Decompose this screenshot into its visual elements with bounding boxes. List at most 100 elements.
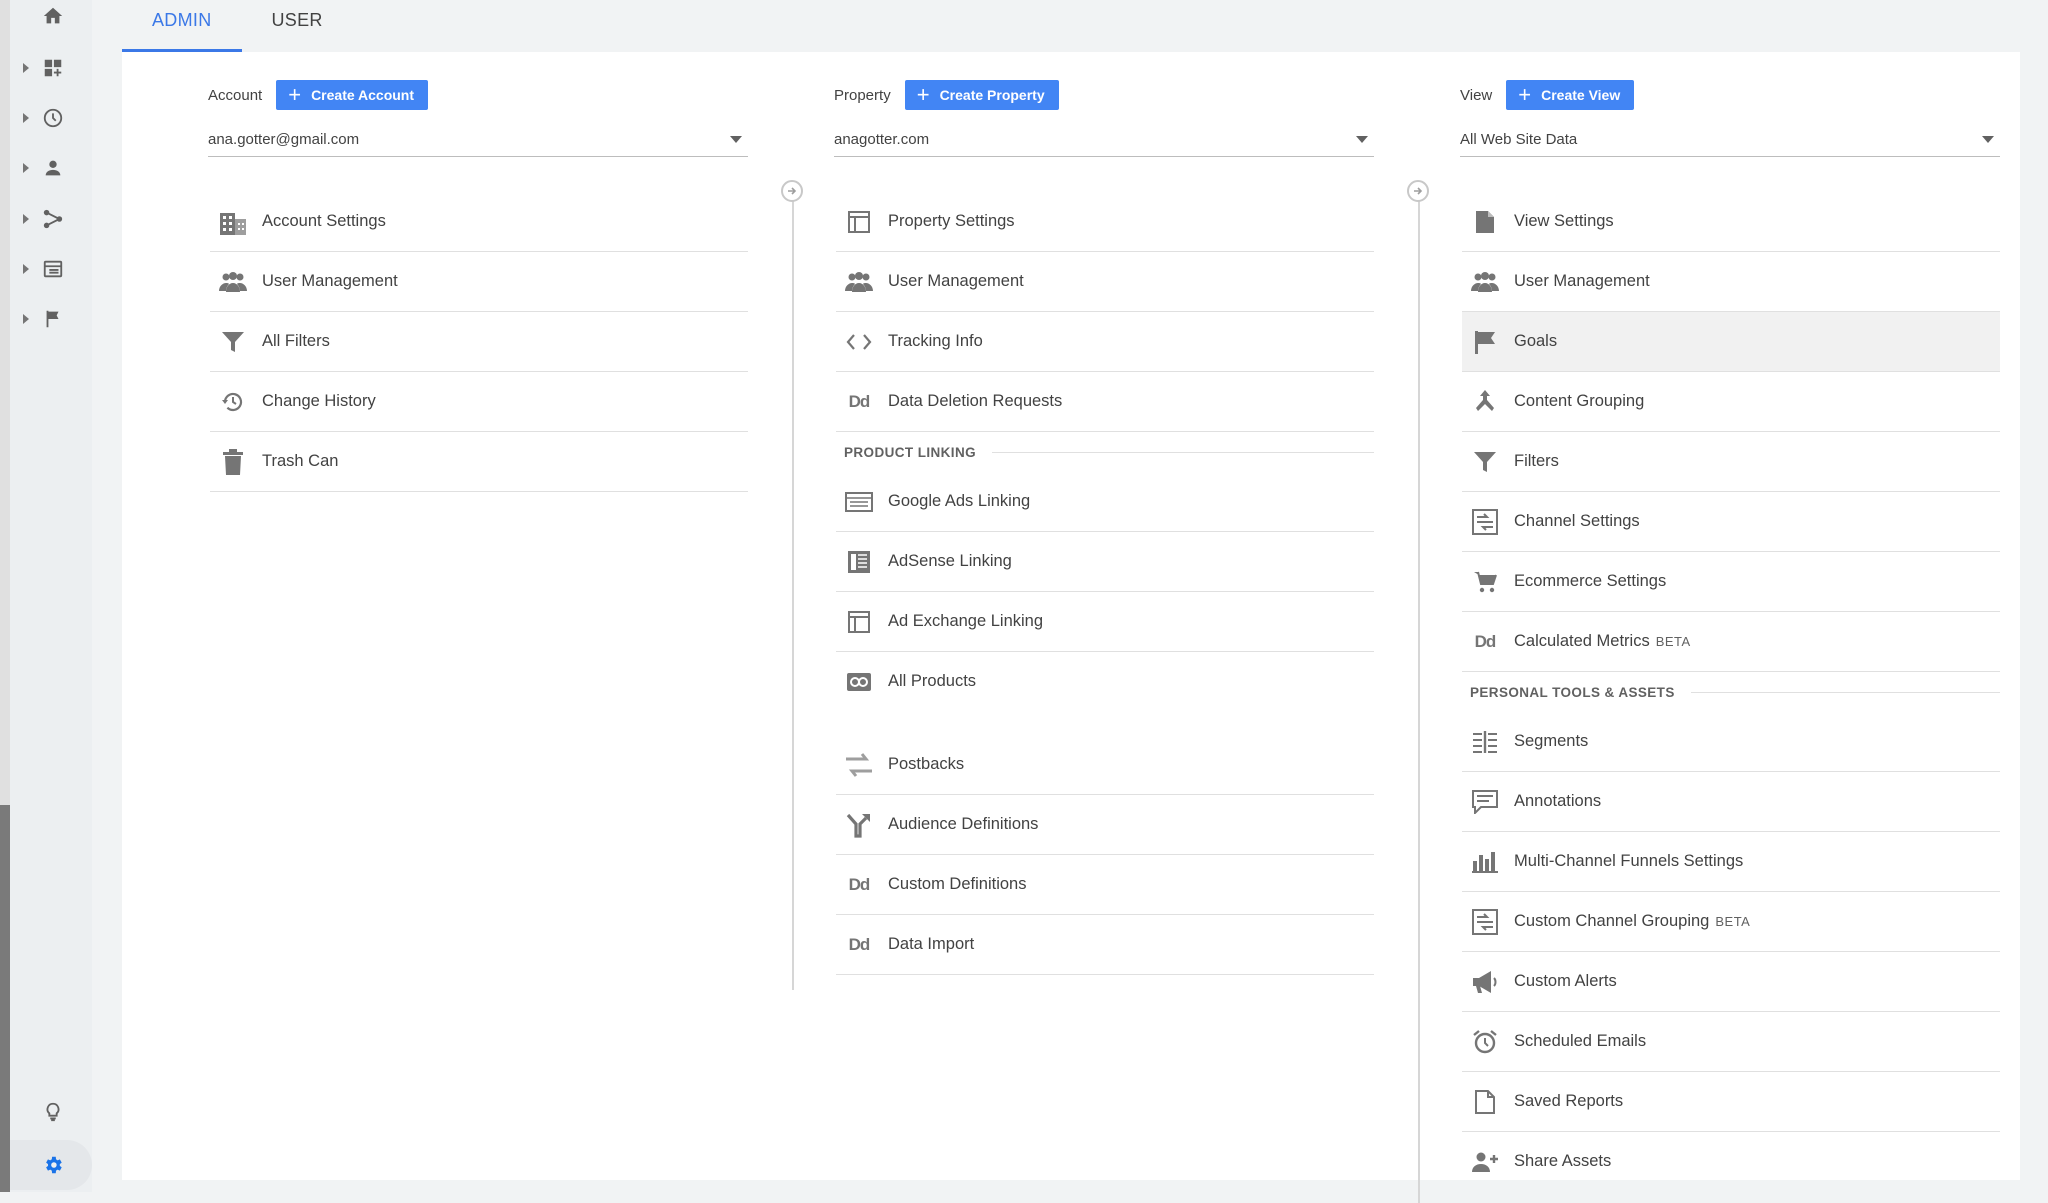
view-selected: All Web Site Data <box>1460 130 1578 148</box>
alarm-icon <box>1470 1027 1500 1057</box>
nav-discover[interactable] <box>10 1092 92 1132</box>
content-grouping-item[interactable]: Content Grouping <box>1462 372 2000 432</box>
barchart-icon <box>1470 847 1500 877</box>
scheduled-emails-item[interactable]: Scheduled Emails <box>1462 1012 2000 1072</box>
item-label: Data Import <box>888 935 975 953</box>
trash-can-item[interactable]: Trash Can <box>210 432 748 492</box>
nav-admin[interactable] <box>10 1145 92 1185</box>
dd-icon: Dd <box>848 934 871 954</box>
tracking-info-item[interactable]: Tracking Info <box>836 312 1374 372</box>
column-divider <box>1418 182 1420 1203</box>
item-label: Saved Reports <box>1514 1092 1624 1110</box>
channel-icon <box>1470 507 1500 537</box>
property-header: Property + Create Property <box>834 80 1059 110</box>
view-user-management-item[interactable]: User Management <box>1462 252 2000 312</box>
add-person-icon <box>1470 1147 1500 1177</box>
swap-icon <box>844 750 874 780</box>
all-filters-item[interactable]: All Filters <box>210 312 748 372</box>
data-import-item[interactable]: Dd Data Import <box>836 915 1374 975</box>
account-user-management-item[interactable]: User Management <box>210 252 748 312</box>
trash-icon <box>218 447 248 477</box>
annotations-item[interactable]: Annotations <box>1462 772 2000 832</box>
gear-icon <box>40 1152 66 1178</box>
channel-settings-item[interactable]: Channel Settings <box>1462 492 2000 552</box>
nav-audience[interactable] <box>10 148 92 188</box>
create-property-button[interactable]: + Create Property <box>904 80 1059 110</box>
view-list: View Settings User Management Goals Cont… <box>1462 192 2000 1191</box>
data-deletion-requests-item[interactable]: Dd Data Deletion Requests <box>836 372 1374 432</box>
filters-item[interactable]: Filters <box>1462 432 2000 492</box>
view-settings-item[interactable]: View Settings <box>1462 192 2000 252</box>
nav-realtime[interactable] <box>10 98 92 138</box>
ads-icon <box>844 487 874 517</box>
side-nav <box>10 0 92 1192</box>
people-icon <box>1470 267 1500 297</box>
item-label: User Management <box>1514 272 1650 290</box>
item-label: Property Settings <box>888 212 1015 230</box>
nav-behavior[interactable] <box>10 249 92 289</box>
item-label: Segments <box>1514 732 1589 750</box>
property-settings-item[interactable]: Property Settings <box>836 192 1374 252</box>
google-ads-linking-item[interactable]: Google Ads Linking <box>836 472 1374 532</box>
create-view-button[interactable]: + Create View <box>1506 80 1635 110</box>
chevron-right-icon <box>23 214 29 224</box>
person-icon <box>40 155 66 181</box>
dashboard-icon <box>40 55 66 81</box>
account-settings-item[interactable]: Account Settings <box>210 192 748 252</box>
chevron-right-icon <box>23 113 29 123</box>
create-account-button[interactable]: + Create Account <box>276 80 429 110</box>
beta-badge: BETA <box>1655 634 1691 649</box>
custom-definitions-item[interactable]: Dd Custom Definitions <box>836 855 1374 915</box>
item-label: Channel Settings <box>1514 512 1640 530</box>
nav-home[interactable] <box>10 0 92 36</box>
custom-alerts-item[interactable]: Custom Alerts <box>1462 952 2000 1012</box>
account-selector[interactable]: ana.gotter@gmail.com <box>208 122 748 157</box>
saved-reports-item[interactable]: Saved Reports <box>1462 1072 2000 1132</box>
top-tabs: ADMIN USER <box>122 0 353 52</box>
dd-icon: Dd <box>848 874 871 894</box>
create-property-label: Create Property <box>939 87 1045 103</box>
item-label: Google Ads Linking <box>888 492 1031 510</box>
share-assets-item[interactable]: Share Assets <box>1462 1132 2000 1191</box>
multi-channel-funnels-settings-item[interactable]: Multi-Channel Funnels Settings <box>1462 832 2000 892</box>
flag-icon <box>40 306 66 332</box>
all-products-item[interactable]: All Products <box>836 652 1374 711</box>
audience-definitions-item[interactable]: Audience Definitions <box>836 795 1374 855</box>
behavior-icon <box>40 256 66 282</box>
section-label: PRODUCT LINKING <box>844 444 976 460</box>
flag-icon <box>1470 327 1500 357</box>
property-selector[interactable]: anagotter.com <box>834 122 1374 157</box>
goals-item[interactable]: Goals <box>1462 312 2000 372</box>
lightbulb-icon <box>40 1099 66 1125</box>
item-label: Custom Definitions <box>888 875 1027 893</box>
item-label: Annotations <box>1514 792 1602 810</box>
acquisition-icon <box>40 206 66 232</box>
view-selector[interactable]: All Web Site Data <box>1460 122 2000 157</box>
adsense-linking-item[interactable]: AdSense Linking <box>836 532 1374 592</box>
segments-icon <box>1470 727 1500 757</box>
postbacks-item[interactable]: Postbacks <box>836 735 1374 795</box>
product-linking-section: PRODUCT LINKING <box>836 432 1374 472</box>
calculated-metrics-item[interactable]: Dd Calculated Metrics BETA <box>1462 612 2000 672</box>
ecommerce-settings-item[interactable]: Ecommerce Settings <box>1462 552 2000 612</box>
nav-acquisition[interactable] <box>10 199 92 239</box>
building-icon <box>218 207 248 237</box>
tab-admin[interactable]: ADMIN <box>122 0 242 52</box>
property-user-management-item[interactable]: User Management <box>836 252 1374 312</box>
nav-customization[interactable] <box>10 48 92 88</box>
item-label: User Management <box>262 272 398 290</box>
property-selected: anagotter.com <box>834 130 930 148</box>
item-label: Calculated Metrics <box>1514 632 1650 650</box>
segments-item[interactable]: Segments <box>1462 712 2000 772</box>
item-label: Content Grouping <box>1514 392 1645 410</box>
dropdown-arrow-icon <box>1982 136 1994 143</box>
nav-conversions[interactable] <box>10 299 92 339</box>
item-label: User Management <box>888 272 1024 290</box>
plus-icon: + <box>916 82 930 107</box>
custom-channel-grouping-item[interactable]: Custom Channel Grouping BETA <box>1462 892 2000 952</box>
tab-user[interactable]: USER <box>242 0 353 52</box>
ad-exchange-linking-item[interactable]: Ad Exchange Linking <box>836 592 1374 652</box>
home-icon <box>40 3 66 29</box>
change-history-item[interactable]: Change History <box>210 372 748 432</box>
item-label: All Products <box>888 672 977 690</box>
